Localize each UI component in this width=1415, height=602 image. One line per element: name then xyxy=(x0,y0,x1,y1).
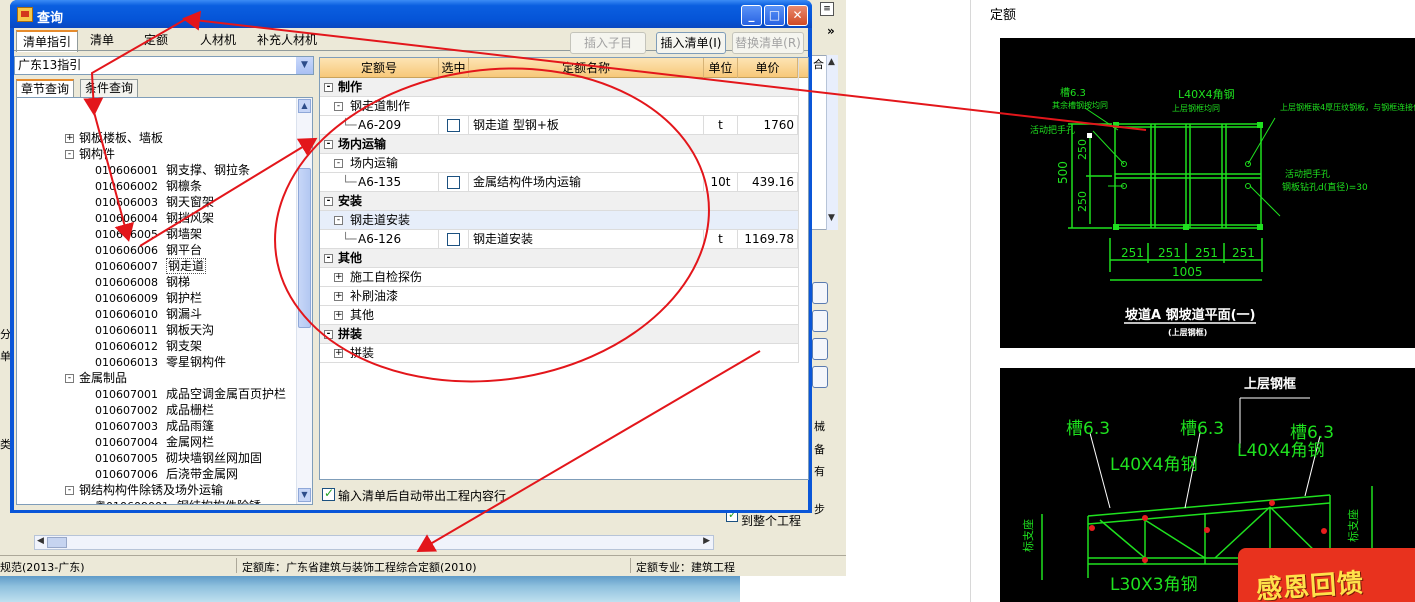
annotation-overlay xyxy=(83,10,1147,553)
annotation-arrow xyxy=(93,111,135,242)
annotation-arrow xyxy=(139,137,318,247)
screen: ≡ » 合 ▲ ▼ 械 备 有 步 分 单 类 到整个工程 ◀ ▶ 规范(201… xyxy=(0,0,1415,602)
annotation-circle xyxy=(274,67,710,383)
annotation-arrow xyxy=(182,10,1147,131)
annotation-arrow xyxy=(83,18,187,116)
